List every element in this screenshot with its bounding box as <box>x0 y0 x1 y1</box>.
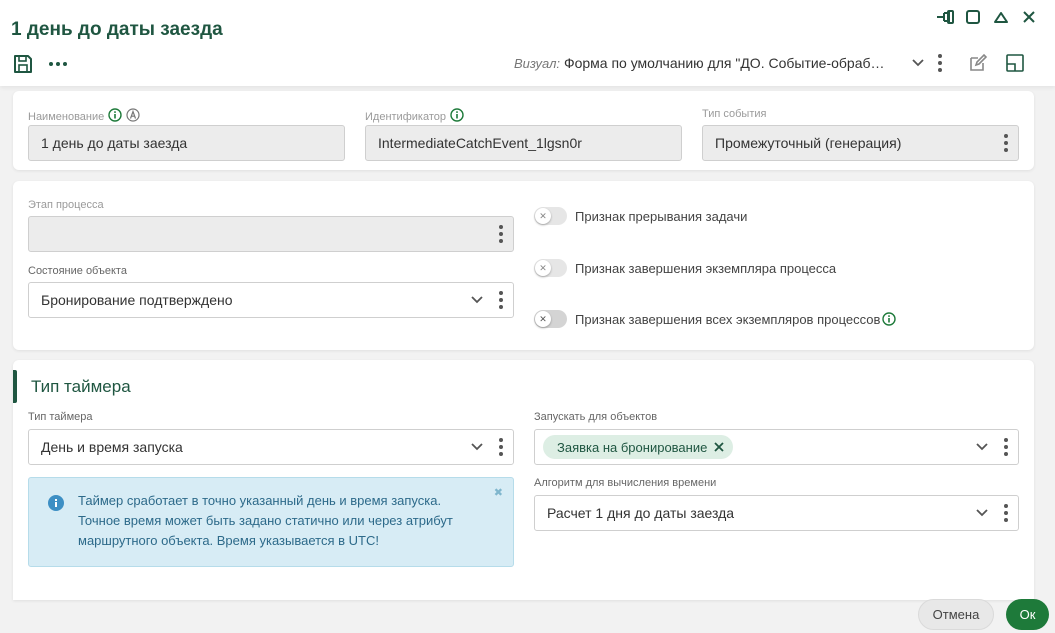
id-value: IntermediateCatchEvent_1lgsn0r <box>378 135 582 151</box>
layout-icon[interactable] <box>1006 54 1024 72</box>
close-icon[interactable] <box>1017 6 1041 28</box>
id-label-text: Идентификатор <box>365 110 446 123</box>
chevron-down-icon[interactable] <box>471 296 483 304</box>
ok-button[interactable]: Ок <box>1006 599 1049 630</box>
all-end-toggle[interactable]: ✕ <box>534 310 567 328</box>
kebab-icon[interactable] <box>1004 504 1008 522</box>
timer-type-label: Тип таймера <box>28 411 93 423</box>
alert-text: Таймер сработает в точно указанный день … <box>78 491 488 551</box>
timer-type-field[interactable]: День и время запуска <box>28 429 514 465</box>
chevron-down-icon[interactable] <box>976 443 988 451</box>
object-chip: Заявка на бронирование <box>543 435 734 459</box>
pin-icon[interactable] <box>933 6 957 28</box>
main-fields-card: Наименование 1 день до даты заезда Идент… <box>13 91 1034 170</box>
section-accent <box>13 370 17 403</box>
stage-label: Этап процесса <box>28 199 104 211</box>
kebab-icon[interactable] <box>499 291 503 309</box>
chip-label: Заявка на бронирование <box>557 439 708 455</box>
run-for-label: Запускать для объектов <box>534 411 658 423</box>
id-field[interactable]: IntermediateCatchEvent_1lgsn0r <box>365 125 682 161</box>
name-field-label: Наименование <box>28 108 140 125</box>
close-x-icon[interactable]: ✖ <box>494 486 503 499</box>
autonumber-icon[interactable] <box>126 108 140 125</box>
alert-line: Таймер сработает в точно указанный день … <box>78 493 442 508</box>
timer-type-value: День и время запуска <box>41 439 183 455</box>
info-icon[interactable] <box>882 312 897 326</box>
alert-line: Точное время может быть задано статично … <box>78 513 453 528</box>
instance-end-toggle-label: Признак завершения экземпляра процесса <box>575 260 837 276</box>
chevron-down-icon[interactable] <box>912 59 924 67</box>
toggle-off-icon: ✕ <box>535 311 551 327</box>
visual-value: Форма по умолчанию для "ДО. Событие-обра… <box>563 55 885 71</box>
close-x-icon[interactable] <box>713 441 725 453</box>
event-type-field[interactable]: Промежуточный (генерация) <box>702 125 1019 161</box>
kebab-icon[interactable] <box>1004 438 1008 456</box>
info-circle-icon <box>48 495 64 516</box>
id-field-label: Идентификатор <box>365 108 464 125</box>
maximize-icon[interactable] <box>961 6 985 28</box>
window-controls <box>933 6 1041 28</box>
kebab-icon[interactable] <box>499 438 503 456</box>
toolbar: 1 день до даты заезда Визуал: Форма по у… <box>0 0 1055 86</box>
timer-info-alert: Таймер сработает в точно указанный день … <box>28 477 514 567</box>
cancel-button[interactable]: Отмена <box>918 599 994 630</box>
info-icon[interactable] <box>450 108 464 125</box>
state-field[interactable]: Бронирование подтверждено <box>28 282 514 318</box>
kebab-icon[interactable] <box>499 225 503 243</box>
all-end-toggle-row: ✕ Признак завершения всех экземпляров пр… <box>534 310 897 328</box>
instance-end-toggle[interactable]: ✕ <box>534 259 567 277</box>
visual-selector[interactable]: Визуал: Форма по умолчанию для "ДО. Собы… <box>514 55 885 71</box>
page-title: 1 день до даты заезда <box>11 19 223 40</box>
chevron-down-icon[interactable] <box>976 509 988 517</box>
timer-section-title: Тип таймера <box>31 377 131 396</box>
name-field[interactable]: 1 день до даты заезда <box>28 125 345 161</box>
process-card: Этап процесса Состояние объекта Брониров… <box>13 181 1034 350</box>
instance-end-toggle-row: ✕ Признак завершения экземпляра процесса <box>534 259 836 277</box>
algo-label: Алгоритм для вычисления времени <box>534 477 717 489</box>
visual-label: Визуал: <box>514 56 561 71</box>
algo-value: Расчет 1 дня до даты заезда <box>547 505 735 521</box>
interrupt-toggle[interactable]: ✕ <box>534 207 567 225</box>
save-icon[interactable] <box>12 53 34 75</box>
state-value: Бронирование подтверждено <box>41 292 233 308</box>
all-end-toggle-label: Признак завершения всех экземпляров проц… <box>575 311 881 327</box>
name-value: 1 день до даты заезда <box>41 135 188 151</box>
chevron-down-icon[interactable] <box>471 443 483 451</box>
toggle-off-icon: ✕ <box>535 208 551 224</box>
event-type-label: Тип события <box>702 108 767 120</box>
alert-line: маршрутного объекта. Время указывается в… <box>78 533 379 548</box>
kebab-icon[interactable] <box>1004 134 1008 152</box>
algo-field[interactable]: Расчет 1 дня до даты заезда <box>534 495 1019 531</box>
interrupt-toggle-label: Признак прерывания задачи <box>575 208 748 224</box>
timer-card: Тип таймера Тип таймера День и время зап… <box>13 360 1034 600</box>
state-label: Состояние объекта <box>28 265 127 277</box>
kebab-icon[interactable] <box>938 54 942 72</box>
run-for-field[interactable]: Заявка на бронирование <box>534 429 1019 465</box>
event-type-value: Промежуточный (генерация) <box>715 135 902 151</box>
info-icon[interactable] <box>108 108 122 125</box>
interrupt-toggle-row: ✕ Признак прерывания задачи <box>534 207 747 225</box>
name-label-text: Наименование <box>28 110 105 123</box>
edit-icon[interactable] <box>968 53 988 73</box>
collapse-icon[interactable] <box>989 6 1013 28</box>
stage-field[interactable] <box>28 216 514 252</box>
toggle-off-icon: ✕ <box>535 260 551 276</box>
more-icon[interactable] <box>48 61 68 67</box>
